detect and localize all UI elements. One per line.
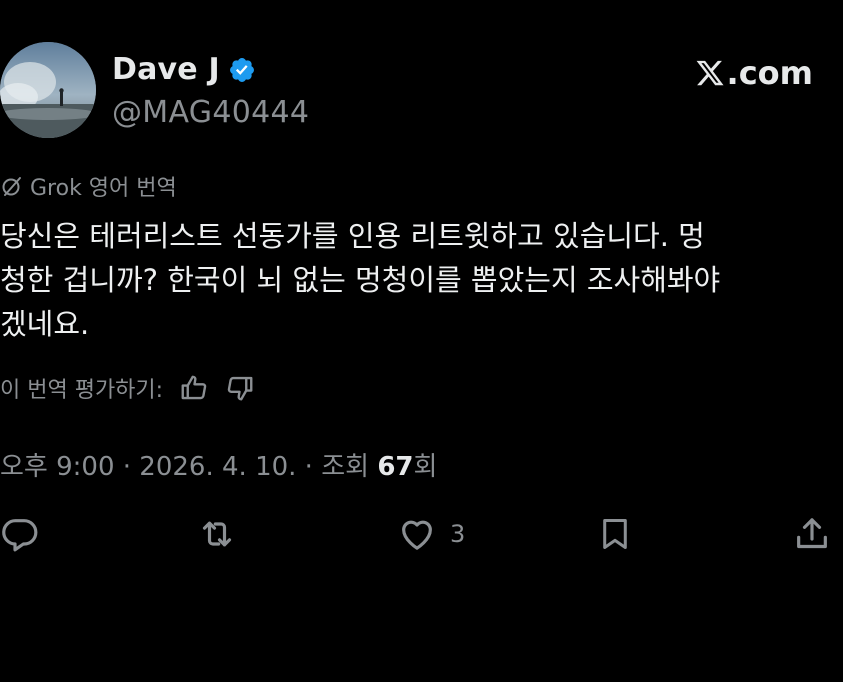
views-label: 조회: [321, 452, 378, 482]
tweet-date[interactable]: 2026. 4. 10.: [139, 452, 296, 482]
author-name-row: Dave J: [112, 52, 256, 87]
grok-icon: [2, 177, 21, 196]
x-logo-icon: [696, 60, 724, 86]
avatar-image: [0, 42, 96, 138]
translation-label: Grok 영어 번역: [30, 176, 177, 201]
tweet-action-bar: 3: [0, 514, 843, 558]
views-suffix: 회: [413, 452, 438, 482]
tweet-text: 당신은 테러리스트 선동가를 인용 리트윗하고 있습니다. 멍 청한 겁니까? …: [0, 214, 830, 346]
verified-badge-icon: [229, 57, 254, 82]
author-display-name[interactable]: Dave J: [112, 52, 220, 87]
translation-header: Grok 영어 번역: [0, 170, 177, 202]
avatar[interactable]: [0, 42, 96, 138]
heart-icon: [402, 520, 432, 550]
like-button[interactable]: 3: [396, 514, 465, 554]
brand-domain: .com: [726, 54, 813, 92]
thumbs-up-icon[interactable]: [179, 373, 209, 403]
tweet-line: 청한 겁니까? 한국이 뇌 없는 멍청이를 뽑았는지 조사해봐야: [0, 263, 721, 297]
author-handle[interactable]: @MAG40444: [112, 95, 309, 130]
tweet-line: 당신은 테러리스트 선동가를 인용 리트윗하고 있습니다. 멍: [0, 219, 705, 253]
repost-icon: [202, 521, 232, 547]
thumbs-down-icon[interactable]: [225, 373, 255, 403]
rate-translation-label: 이 번역 평가하기:: [0, 378, 164, 403]
reply-button[interactable]: [0, 514, 40, 554]
tweet-meta: 오후 9:00 · 2026. 4. 10. · 조회 67 회: [0, 446, 437, 483]
tweet-time[interactable]: 오후 9:00: [0, 446, 115, 483]
repost-button[interactable]: [196, 514, 238, 554]
views-count: 67: [377, 452, 414, 482]
like-count: 3: [450, 520, 466, 548]
rate-translation-row: 이 번역 평가하기:: [0, 372, 255, 404]
share-icon: [797, 518, 827, 549]
bookmark-button[interactable]: [596, 514, 634, 554]
reply-icon: [2, 519, 38, 552]
meta-separator: ·: [296, 452, 322, 482]
meta-separator: ·: [114, 452, 140, 482]
x-brand: .com: [695, 54, 813, 92]
tweet-line: 겠네요.: [0, 307, 90, 341]
share-button[interactable]: [792, 514, 832, 554]
bookmark-icon: [603, 519, 627, 549]
